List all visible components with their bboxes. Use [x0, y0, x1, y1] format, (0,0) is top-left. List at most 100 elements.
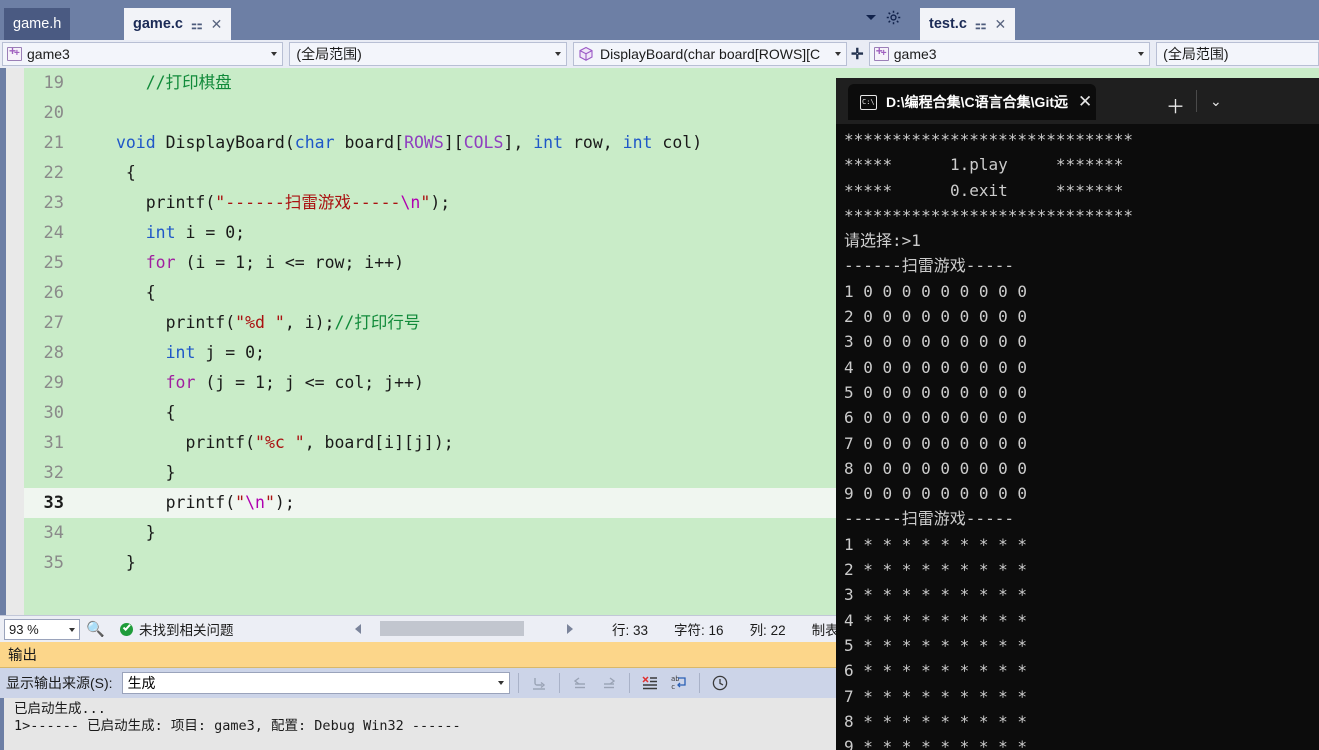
- tab-game-h[interactable]: game.h: [4, 8, 71, 40]
- search-icon[interactable]: 🔍: [86, 620, 106, 638]
- code-token: {: [106, 403, 176, 422]
- code-text: }: [106, 548, 136, 578]
- project-icon: [7, 44, 22, 61]
- code-text: }: [106, 458, 176, 488]
- new-tab-icon[interactable]: ＋: [1166, 92, 1185, 119]
- go-to-message-icon[interactable]: [527, 671, 551, 695]
- chevron-down-icon[interactable]: [1133, 52, 1149, 56]
- tab-test-c[interactable]: test.c ⚏ ✕: [920, 8, 1016, 40]
- gear-icon[interactable]: [886, 10, 901, 25]
- console-tab[interactable]: D:\编程合集\C语言合集\Git远 ✕: [848, 84, 1097, 120]
- scrollbar-thumb[interactable]: [380, 621, 524, 636]
- chevron-down-icon[interactable]: [497, 681, 504, 685]
- horizontal-scrollbar[interactable]: [350, 619, 578, 638]
- tab-label: test.c: [929, 16, 967, 32]
- code-token: printf(: [106, 193, 216, 212]
- member-selector-left[interactable]: DisplayBoard(char board[ROWS][C: [572, 42, 847, 66]
- project-selector-right[interactable]: game3: [868, 42, 1151, 66]
- line-number: 21: [43, 133, 64, 153]
- code-token: ],: [503, 133, 534, 152]
- word-wrap-icon[interactable]: ab c: [667, 671, 691, 695]
- svg-text:c: c: [671, 683, 675, 691]
- scrollbar-track[interactable]: [366, 621, 562, 636]
- split-view-handle[interactable]: ✛: [847, 45, 867, 63]
- close-icon[interactable]: ✕: [1078, 92, 1092, 112]
- svg-text:ab: ab: [671, 675, 679, 683]
- scroll-right-icon[interactable]: [562, 623, 578, 634]
- scope-selector-left[interactable]: (全局范围): [289, 42, 567, 66]
- chevron-down-icon[interactable]: [69, 627, 75, 632]
- code-token: }: [106, 463, 176, 482]
- pin-icon[interactable]: ⚏: [191, 18, 203, 31]
- toolbar-divider: [698, 673, 700, 693]
- code-text: int j = 0;: [106, 338, 265, 368]
- pin-icon[interactable]: ⚏: [975, 18, 987, 31]
- code-token: COLS: [463, 133, 504, 152]
- chevron-down-icon[interactable]: [830, 52, 846, 56]
- line-number: 22: [43, 163, 64, 183]
- scope-selector-right[interactable]: (全局范围): [1156, 42, 1319, 66]
- line-number: 32: [43, 463, 64, 483]
- project-selector-left-label: game3: [27, 46, 70, 62]
- code-text: {: [106, 398, 176, 428]
- line-number: 25: [43, 253, 64, 273]
- previous-message-icon[interactable]: [568, 671, 592, 695]
- tab-label: game.c: [133, 16, 183, 32]
- code-token: row,: [563, 133, 623, 152]
- scope-selector-left-label: (全局范围): [296, 46, 362, 62]
- member-selector-left-label: DisplayBoard(char board[ROWS][C: [599, 46, 821, 62]
- code-token: ": [264, 493, 275, 512]
- code-token: \n: [245, 493, 265, 512]
- code-token: for: [165, 373, 196, 392]
- clear-output-icon[interactable]: [638, 671, 662, 695]
- line-number: 28: [43, 343, 64, 363]
- code-token: ": [420, 193, 431, 212]
- code-text: {: [106, 158, 136, 188]
- tab-game-c[interactable]: game.c ⚏ ✕: [124, 8, 232, 40]
- project-selector-left[interactable]: game3: [2, 42, 284, 66]
- console-title-bar[interactable]: D:\编程合集\C语言合集\Git远 ✕ ＋ ⌄: [836, 78, 1319, 124]
- code-token: \n: [400, 193, 421, 212]
- history-clock-icon[interactable]: [708, 671, 732, 695]
- line-number: 34: [43, 523, 64, 543]
- close-icon[interactable]: ✕: [211, 17, 223, 31]
- code-token: void: [115, 133, 156, 152]
- code-text: for (i = 1; i <= row; i++): [106, 248, 404, 278]
- editor-gutter[interactable]: [6, 68, 24, 615]
- project-selector-right-label: game3: [893, 46, 937, 62]
- code-token: int: [622, 133, 653, 152]
- chevron-down-icon[interactable]: [550, 52, 566, 56]
- line-number: 29: [43, 373, 64, 393]
- chevron-down-icon[interactable]: ⌄: [1210, 93, 1222, 110]
- zoom-level-selector[interactable]: 93 %: [4, 618, 80, 640]
- code-token: i = 0;: [175, 223, 246, 242]
- code-token: );: [274, 493, 295, 512]
- close-icon[interactable]: ✕: [995, 17, 1007, 31]
- line-number: 26: [43, 283, 64, 303]
- scope-selector-right-label: (全局范围): [1163, 46, 1229, 62]
- code-token: printf(: [106, 313, 236, 332]
- code-token: //打印行号: [334, 313, 421, 332]
- chevron-down-icon[interactable]: [266, 52, 282, 56]
- code-token: printf(: [106, 493, 236, 512]
- project-icon: [873, 44, 889, 61]
- zoom-level-value: 93 %: [9, 621, 39, 637]
- code-token: , board[i][j]);: [304, 433, 454, 452]
- code-token: int: [533, 133, 564, 152]
- output-source-value: 生成: [127, 675, 156, 691]
- next-message-icon[interactable]: [597, 671, 621, 695]
- line-number: 33: [43, 493, 64, 513]
- console-window[interactable]: D:\编程合集\C语言合集\Git远 ✕ ＋ ⌄ ***************…: [836, 78, 1319, 750]
- code-text: printf("%c ", board[i][j]);: [106, 428, 454, 458]
- output-source-selector[interactable]: 生成: [121, 672, 510, 694]
- code-token: board[: [334, 133, 405, 152]
- scroll-left-icon[interactable]: [350, 623, 366, 634]
- line-number: 35: [43, 553, 64, 573]
- code-token: "%d ": [235, 313, 285, 332]
- chevron-down-icon[interactable]: [866, 15, 876, 20]
- code-text: //打印棋盘: [106, 68, 232, 98]
- code-token: "------扫雷游戏-----: [215, 193, 401, 212]
